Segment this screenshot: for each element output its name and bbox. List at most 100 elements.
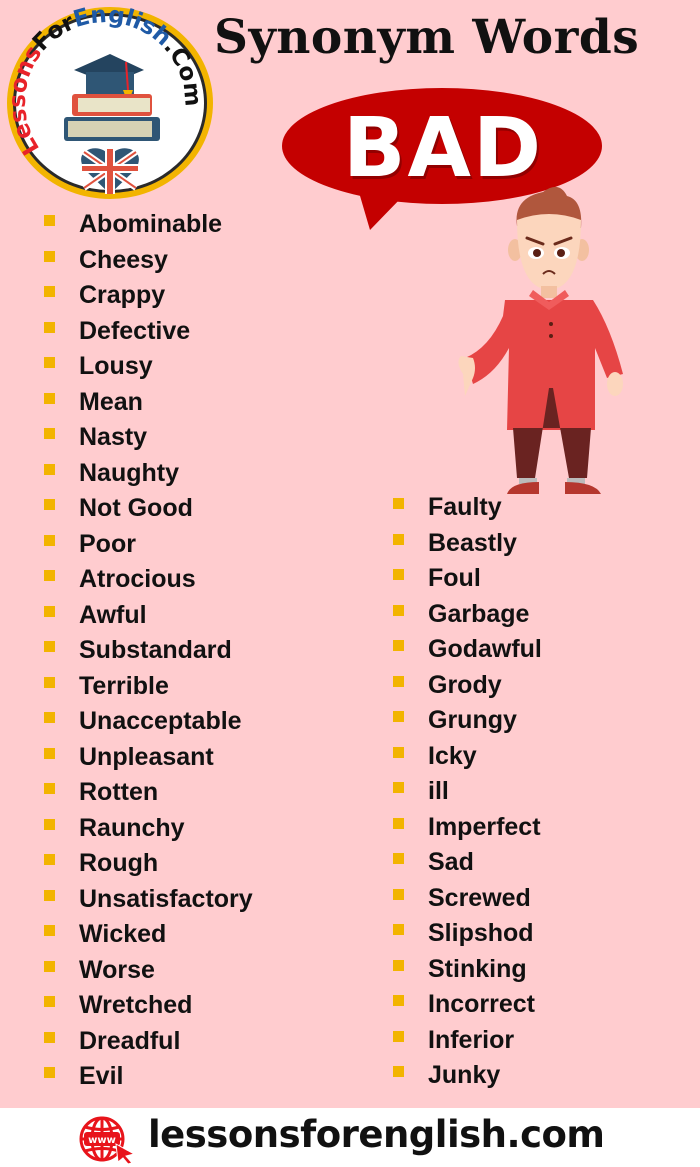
square-bullet-icon [44,960,55,972]
square-bullet-icon [393,853,404,865]
synonym-word: Unacceptable [79,707,242,736]
synonym-word: Substandard [79,636,232,665]
synonym-item: Raunchy [44,811,253,847]
synonym-item: Godawful [393,632,542,668]
square-bullet-icon [44,854,55,866]
synonym-word: Junky [428,1061,501,1090]
synonym-item: Rough [44,846,253,882]
synonym-item: Screwed [393,881,542,917]
synonym-word: Nasty [79,423,148,452]
synonym-item: Incorrect [393,987,542,1023]
square-bullet-icon [393,675,404,687]
square-bullet-icon [44,712,55,724]
synonym-item: Naughty [44,456,253,492]
square-bullet-icon [44,215,55,227]
synonym-item: Imperfect [393,810,542,846]
square-bullet-icon [44,428,55,440]
square-bullet-icon [393,711,404,723]
synonym-item: Slipshod [393,916,542,952]
synonym-word: Slipshod [428,919,534,948]
synonym-item: Stinking [393,952,542,988]
square-bullet-icon [44,747,55,759]
square-bullet-icon [393,604,404,616]
synonym-item: Crappy [44,278,253,314]
square-bullet-icon [44,676,55,688]
synonym-word: Foul [428,564,481,593]
synonym-word: ill [428,777,449,806]
synonym-word: Inferior [428,1025,515,1054]
square-bullet-icon [393,746,404,758]
synonym-item: Cheesy [44,243,253,279]
synonym-word: Dreadful [79,1026,181,1055]
synonym-word: Not Good [79,494,193,523]
synonym-item: Defective [44,314,253,350]
synonym-item: Inferior [393,1023,542,1059]
square-bullet-icon [393,1066,404,1078]
synonym-item: Poor [44,527,253,563]
synonym-word: Screwed [428,883,531,912]
website-url[interactable]: lessonsforenglish.com [148,1116,605,1153]
uk-flag-heart-icon [81,148,139,194]
square-bullet-icon [393,924,404,936]
synonym-word: Rotten [79,778,159,807]
synonym-word: Evil [79,1062,124,1091]
synonym-word: Stinking [428,954,527,983]
page-title: Synonym Words [214,10,640,65]
square-bullet-icon [393,640,404,652]
synonym-item: Sad [393,845,542,881]
synonym-word: Garbage [428,599,530,628]
square-bullet-icon [393,782,404,794]
synonym-item: Wicked [44,917,253,953]
square-bullet-icon [44,570,55,582]
synonym-item: Foul [393,561,542,597]
svg-text:www: www [88,1135,116,1146]
synonym-item: Unsatisfactory [44,882,253,918]
synonym-word: Unsatisfactory [79,884,253,913]
synonym-item: Atrocious [44,562,253,598]
www-globe-cursor-icon: www [79,1116,136,1164]
square-bullet-icon [393,817,404,829]
square-bullet-icon [393,959,404,971]
synonym-word: Faulty [428,493,502,522]
synonym-item: Evil [44,1059,253,1095]
synonym-word: Atrocious [79,565,196,594]
synonym-item: Icky [393,739,542,775]
synonym-word: Abominable [79,210,223,239]
square-bullet-icon [44,250,55,262]
lessonsforenglish-logo: LessonsForEnglish.Com [5,4,213,199]
square-bullet-icon [44,889,55,901]
synonym-word: Rough [79,849,159,878]
synonym-item: Not Good [44,491,253,527]
synonym-word: Icky [428,741,477,770]
square-bullet-icon [393,569,404,581]
square-bullet-icon [44,605,55,617]
synonym-list-left: Abominable Cheesy Crappy Defective Lousy Mean… [44,207,253,1095]
square-bullet-icon [44,357,55,369]
square-bullet-icon [44,925,55,937]
synonym-word: Naughty [79,458,179,487]
synonym-word: Beastly [428,528,517,557]
synonym-word: Raunchy [79,813,185,842]
synonym-word: Worse [79,955,155,984]
synonym-word: Grungy [428,706,517,735]
synonym-item: Unacceptable [44,704,253,740]
synonym-item: Substandard [44,633,253,669]
synonym-word: Lousy [79,352,153,381]
synonym-word: Unpleasant [79,742,214,771]
synonym-item: ill [393,774,542,810]
synonym-item: Awful [44,598,253,634]
synonym-item: Grody [393,668,542,704]
footer: www lessonsforenglish.com [0,1108,700,1167]
synonym-item: Wretched [44,988,253,1024]
square-bullet-icon [44,534,55,546]
square-bullet-icon [393,995,404,1007]
synonym-word: Cheesy [79,245,168,274]
synonym-word: Poor [79,529,136,558]
synonym-item: Nasty [44,420,253,456]
synonym-word: Imperfect [428,812,541,841]
square-bullet-icon [44,499,55,511]
synonym-word: Incorrect [428,990,535,1019]
square-bullet-icon [393,533,404,545]
synonym-word: Sad [428,848,474,877]
square-bullet-icon [393,1030,404,1042]
